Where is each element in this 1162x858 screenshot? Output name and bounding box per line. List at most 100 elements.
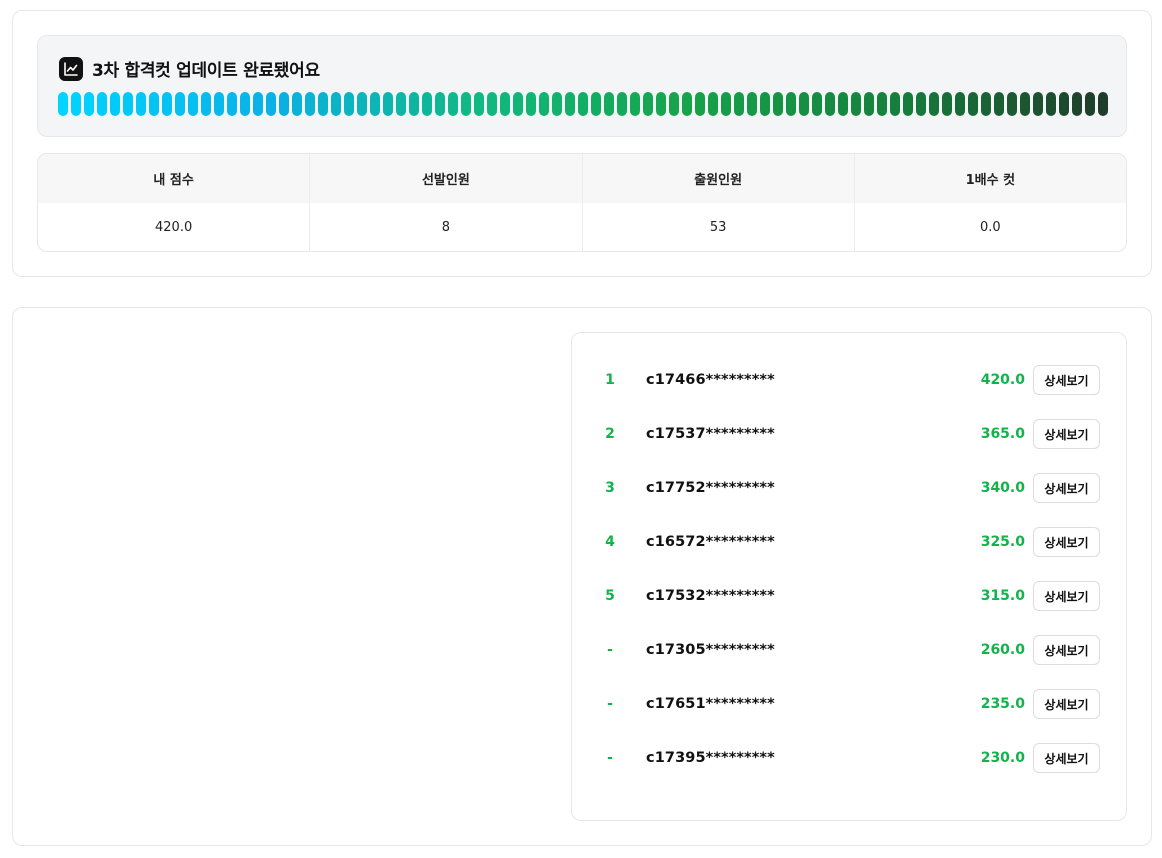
applicant-id: c17305********* — [646, 642, 775, 658]
progress-pill — [643, 92, 653, 116]
progress-pill — [84, 92, 94, 116]
progress-pill — [617, 92, 627, 116]
applicant-score: 230.0 — [980, 750, 1025, 766]
progress-pill — [123, 92, 133, 116]
progress-pill — [578, 92, 588, 116]
stats-value-applicants: 53 — [583, 203, 855, 251]
stats-header-row: 내 점수 선발인원 출원인원 1배수 컷 — [38, 154, 1126, 203]
progress-pill — [942, 92, 952, 116]
progress-pill — [903, 92, 913, 116]
progress-pill — [591, 92, 601, 116]
applicant-score: 325.0 — [980, 534, 1025, 550]
line-chart-icon — [59, 56, 83, 81]
detail-button[interactable]: 상세보기 — [1033, 743, 1100, 773]
rank-number: 3 — [605, 480, 615, 496]
progress-pill — [682, 92, 692, 116]
stats-value-selected: 8 — [310, 203, 583, 251]
rank-number: 1 — [605, 372, 615, 388]
rank-number: 4 — [605, 534, 615, 550]
list-item: 1 c17466********* 420.0 상세보기 — [572, 364, 1126, 396]
progress-pill — [422, 92, 432, 116]
progress-pill — [435, 92, 445, 116]
progress-pill — [864, 92, 874, 116]
applicant-score: 235.0 — [980, 696, 1025, 712]
ranking-card: 1 c17466********* 420.0 상세보기 2 c17537***… — [12, 307, 1152, 846]
applicant-id: c17532********* — [646, 588, 775, 604]
applicant-id: c17395********* — [646, 750, 775, 766]
progress-pill — [994, 92, 1004, 116]
progress-pill — [136, 92, 146, 116]
progress-pill — [955, 92, 965, 116]
stats-header-my-score: 내 점수 — [38, 154, 311, 203]
list-item: - c17395********* 230.0 상세보기 — [572, 742, 1126, 774]
progress-pill — [734, 92, 744, 116]
progress-pill — [708, 92, 718, 116]
progress-pill — [279, 92, 289, 116]
progress-pill — [916, 92, 926, 116]
progress-pill — [669, 92, 679, 116]
applicant-score: 315.0 — [980, 588, 1025, 604]
progress-pill — [747, 92, 757, 116]
applicant-id: c17752********* — [646, 480, 775, 496]
detail-button[interactable]: 상세보기 — [1033, 527, 1100, 557]
stats-value-cutoff: 0.0 — [980, 220, 1001, 235]
detail-button[interactable]: 상세보기 — [1033, 581, 1100, 611]
stats-value-row: 420.0 8 53 0.0 — [38, 203, 1126, 251]
progress-pill — [1033, 92, 1043, 116]
progress-pill — [253, 92, 263, 116]
progress-pill — [162, 92, 172, 116]
banner-title: 3차 합격컷 업데이트 완료됐어요 — [92, 61, 320, 81]
progress-pill — [877, 92, 887, 116]
progress-pill — [721, 92, 731, 116]
progress-pill — [58, 92, 68, 116]
rank-number: - — [607, 750, 613, 766]
progress-pill — [110, 92, 120, 116]
applicant-id: c16572********* — [646, 534, 775, 550]
detail-button[interactable]: 상세보기 — [1033, 473, 1100, 503]
progress-pill — [201, 92, 211, 116]
progress-pill — [1007, 92, 1017, 116]
progress-pill — [929, 92, 939, 116]
progress-pill — [370, 92, 380, 116]
detail-button[interactable]: 상세보기 — [1033, 365, 1100, 395]
progress-pill — [266, 92, 276, 116]
progress-pill — [981, 92, 991, 116]
applicant-id: c17466********* — [646, 372, 775, 388]
progress-pill — [1059, 92, 1069, 116]
applicant-id: c17651********* — [646, 696, 775, 712]
progress-pill — [1098, 92, 1108, 116]
progress-pill — [71, 92, 81, 116]
list-item: 5 c17532********* 315.0 상세보기 — [572, 580, 1126, 612]
progress-pill — [318, 92, 328, 116]
list-item: - c17651********* 235.0 상세보기 — [572, 688, 1126, 720]
progress-pill — [890, 92, 900, 116]
progress-pill — [214, 92, 224, 116]
progress-pill — [500, 92, 510, 116]
progress-pill — [227, 92, 237, 116]
cutoff-summary-card: 3차 합격컷 업데이트 완료됐어요 내 점수 선발인원 출원인원 1배수 컷 4… — [12, 10, 1152, 277]
detail-button[interactable]: 상세보기 — [1033, 635, 1100, 665]
progress-pill — [539, 92, 549, 116]
progress-pill — [968, 92, 978, 116]
progress-pill — [630, 92, 640, 116]
progress-pill — [656, 92, 666, 116]
progress-pill — [1072, 92, 1082, 116]
list-item: 4 c16572********* 325.0 상세보기 — [572, 526, 1126, 558]
ranking-list: 1 c17466********* 420.0 상세보기 2 c17537***… — [571, 332, 1127, 821]
progress-pill — [695, 92, 705, 116]
detail-button[interactable]: 상세보기 — [1033, 689, 1100, 719]
applicant-score: 365.0 — [980, 426, 1025, 442]
progress-pill — [448, 92, 458, 116]
progress-pill — [565, 92, 575, 116]
progress-pill — [1046, 92, 1056, 116]
rank-number: - — [607, 642, 613, 658]
rank-number: - — [607, 696, 613, 712]
detail-button[interactable]: 상세보기 — [1033, 419, 1100, 449]
list-item: - c17305********* 260.0 상세보기 — [572, 634, 1126, 666]
progress-pill — [812, 92, 822, 116]
progress-pill — [188, 92, 198, 116]
rank-number: 2 — [605, 426, 615, 442]
progress-pill — [604, 92, 614, 116]
progress-pill — [292, 92, 302, 116]
cutoff-update-banner: 3차 합격컷 업데이트 완료됐어요 — [37, 35, 1127, 137]
